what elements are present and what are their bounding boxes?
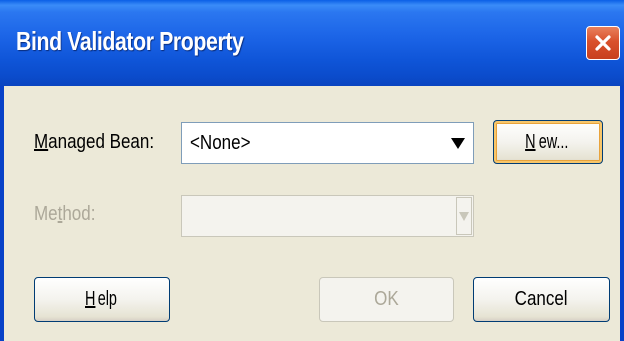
ok-button: OK [319,277,454,322]
managed-bean-dropdown[interactable]: <None> [181,122,474,164]
managed-bean-value: <None> [190,131,251,154]
dialog-title: Bind Validator Property [16,26,244,56]
close-icon [595,35,611,51]
dialog-window: Bind Validator Property Managed Bean: <N… [0,0,624,341]
method-dropdown [181,195,474,237]
title-bar[interactable]: Bind Validator Property [0,0,624,86]
chevron-down-icon [456,197,472,235]
help-button[interactable]: Help [34,277,170,322]
cancel-button[interactable]: Cancel [473,277,610,322]
chevron-down-icon [451,138,465,149]
method-label: Method: [34,203,96,225]
managed-bean-label: Managed Bean: [34,131,155,153]
new-button[interactable]: New... [493,120,603,164]
close-button[interactable] [586,26,620,60]
